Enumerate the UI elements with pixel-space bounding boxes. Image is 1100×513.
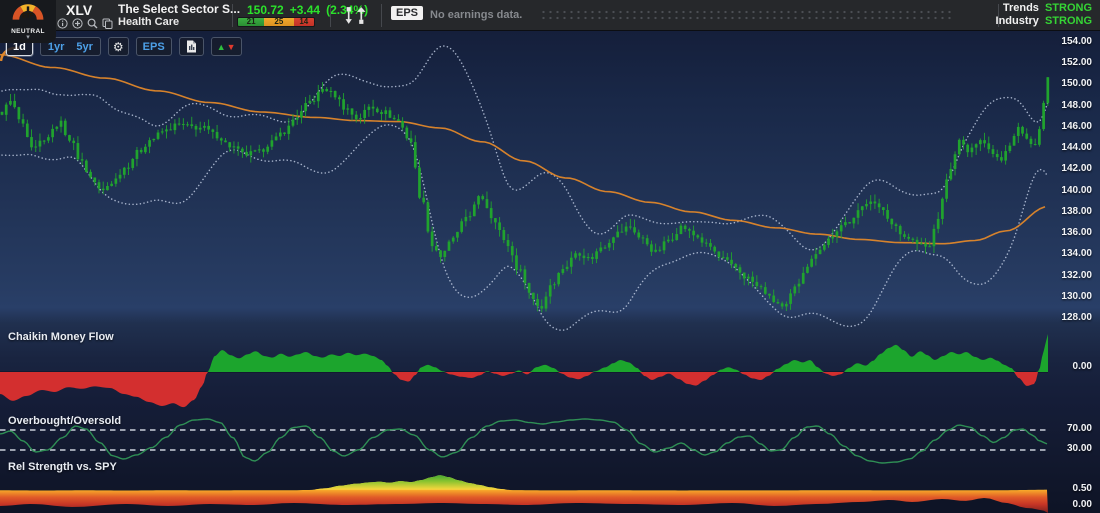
info-icon[interactable] bbox=[56, 17, 68, 29]
etf-rating-gauge-icon: ETF bbox=[8, 2, 48, 24]
price-change: +3.44 bbox=[290, 3, 320, 17]
divider bbox=[330, 4, 331, 27]
buy-signal-icon: ▲ bbox=[217, 42, 226, 52]
power-gauge-bar[interactable]: 21 25 14 bbox=[237, 17, 315, 27]
industry-label: Industry bbox=[996, 15, 1039, 28]
neutral-count: 25 bbox=[264, 18, 293, 26]
signals-toggle-button[interactable]: ▲ ▼ bbox=[211, 37, 242, 56]
copy-compare-icon[interactable] bbox=[101, 17, 113, 29]
gauge-rating-text: ETF bbox=[22, 13, 34, 19]
trends-value[interactable]: STRONG bbox=[1045, 2, 1092, 15]
report-button[interactable] bbox=[179, 37, 204, 56]
industry-value[interactable]: STRONG bbox=[1045, 15, 1092, 28]
chart-settings-button[interactable]: ⚙ bbox=[108, 37, 129, 56]
bearish-count: 14 bbox=[294, 18, 314, 26]
dotted-filler bbox=[540, 9, 952, 22]
last-price: 150.72 bbox=[247, 3, 284, 17]
range-5yr-button[interactable]: 5yr bbox=[71, 41, 98, 53]
divider bbox=[381, 4, 382, 27]
sell-signal-icon: ▼ bbox=[227, 42, 236, 52]
eps-badge: EPS bbox=[391, 6, 423, 20]
trends-label: Trends bbox=[996, 2, 1039, 15]
badge-caret-icon: ▾ bbox=[0, 35, 56, 40]
symbol-tools bbox=[56, 17, 113, 29]
ratings-summary: Trends STRONG Industry STRONG bbox=[996, 2, 1092, 28]
report-document-icon bbox=[186, 40, 197, 53]
compare-swap-icon[interactable] bbox=[342, 5, 368, 31]
security-title: The Select Sector S... bbox=[118, 2, 240, 16]
security-industry: Health Care bbox=[118, 16, 179, 28]
eps-message: No earnings data. bbox=[430, 9, 522, 21]
eps-toggle-button[interactable]: EPS bbox=[136, 37, 172, 56]
search-icon[interactable] bbox=[86, 17, 98, 29]
bullish-count: 21 bbox=[238, 18, 264, 26]
chart-canvas[interactable] bbox=[0, 30, 1100, 513]
app-header: XLV The Select Sector S... Health Care 1… bbox=[0, 0, 1100, 31]
etf-rating-badge[interactable]: ETF NEUTRAL ▾ bbox=[0, 0, 56, 43]
ticker-symbol: XLV bbox=[66, 2, 92, 18]
add-to-list-icon[interactable] bbox=[71, 17, 83, 29]
chaikin-analytics-chart-window: Chaikin Money Flow Overbought/Oversold R… bbox=[0, 0, 1100, 513]
